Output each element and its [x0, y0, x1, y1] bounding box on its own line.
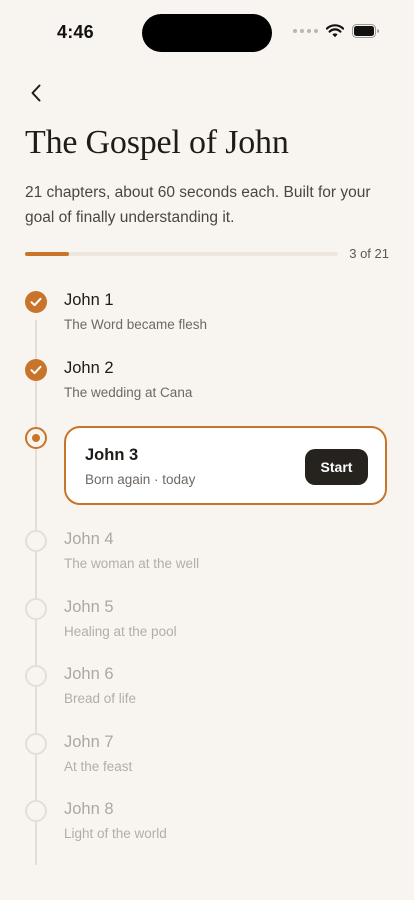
chapter-title: John 2	[64, 359, 114, 377]
chapter-item-john-1[interactable]: John 1 The Word became flesh	[0, 291, 414, 351]
completed-node	[25, 359, 47, 381]
start-button[interactable]: Start	[305, 449, 368, 485]
back-button[interactable]	[24, 82, 48, 108]
chapter-item-john-6[interactable]: John 6 Bread of life	[0, 665, 414, 725]
chapter-item-john-7[interactable]: John 7 At the feast	[0, 733, 414, 793]
progress-label: 3 of 21	[349, 246, 389, 261]
chapter-title: John 5	[64, 598, 114, 616]
chapter-item-john-2[interactable]: John 2 The wedding at Cana	[0, 359, 414, 419]
current-node	[25, 427, 47, 449]
chapter-item-john-4[interactable]: John 4 The woman at the well	[0, 530, 414, 590]
check-icon	[30, 365, 42, 375]
completed-node	[25, 291, 47, 313]
locked-node	[25, 665, 47, 687]
chapter-item-john-5[interactable]: John 5 Healing at the pool	[0, 598, 414, 658]
card-subtitle: Born again · today	[85, 472, 196, 487]
chapter-title: John 1	[64, 291, 114, 309]
chapter-title: John 4	[64, 530, 114, 548]
progress-track	[25, 252, 338, 256]
chapter-subtitle: The Word became flesh	[64, 317, 208, 332]
chapter-title: John 8	[64, 800, 114, 818]
chapter-title: John 6	[64, 665, 114, 683]
current-chapter-card[interactable]: John 3 Born again · today Start	[64, 426, 387, 505]
chapter-subtitle: At the feast	[64, 759, 133, 774]
back-chevron-icon	[30, 84, 42, 107]
page-subtitle: 21 chapters, about 60 seconds each. Buil…	[25, 184, 371, 226]
battery-icon	[352, 24, 380, 38]
status-icons	[293, 24, 380, 38]
chapter-title: John 7	[64, 733, 114, 751]
chapter-subtitle: Bread of life	[64, 691, 137, 706]
wifi-icon	[326, 24, 344, 38]
chapter-subtitle: Light of the world	[64, 826, 167, 841]
status-time: 4:46	[57, 22, 94, 42]
dynamic-island	[142, 14, 272, 52]
check-icon	[30, 297, 42, 307]
card-title: John 3	[85, 446, 139, 464]
chapter-item-john-8[interactable]: John 8 Light of the world	[0, 800, 414, 860]
locked-node	[25, 733, 47, 755]
chapter-subtitle: Healing at the pool	[64, 624, 177, 639]
signal-icon	[293, 29, 318, 33]
progress-fill	[25, 252, 70, 256]
chapter-subtitle: The woman at the well	[64, 556, 200, 571]
locked-node	[25, 800, 47, 822]
status-bar: 4:46	[0, 0, 414, 60]
locked-node	[25, 530, 47, 552]
progress-bar: 3 of 21	[25, 246, 389, 262]
page-title: The Gospel of John	[25, 124, 289, 161]
chapter-subtitle: The wedding at Cana	[64, 385, 193, 400]
locked-node	[25, 598, 47, 620]
